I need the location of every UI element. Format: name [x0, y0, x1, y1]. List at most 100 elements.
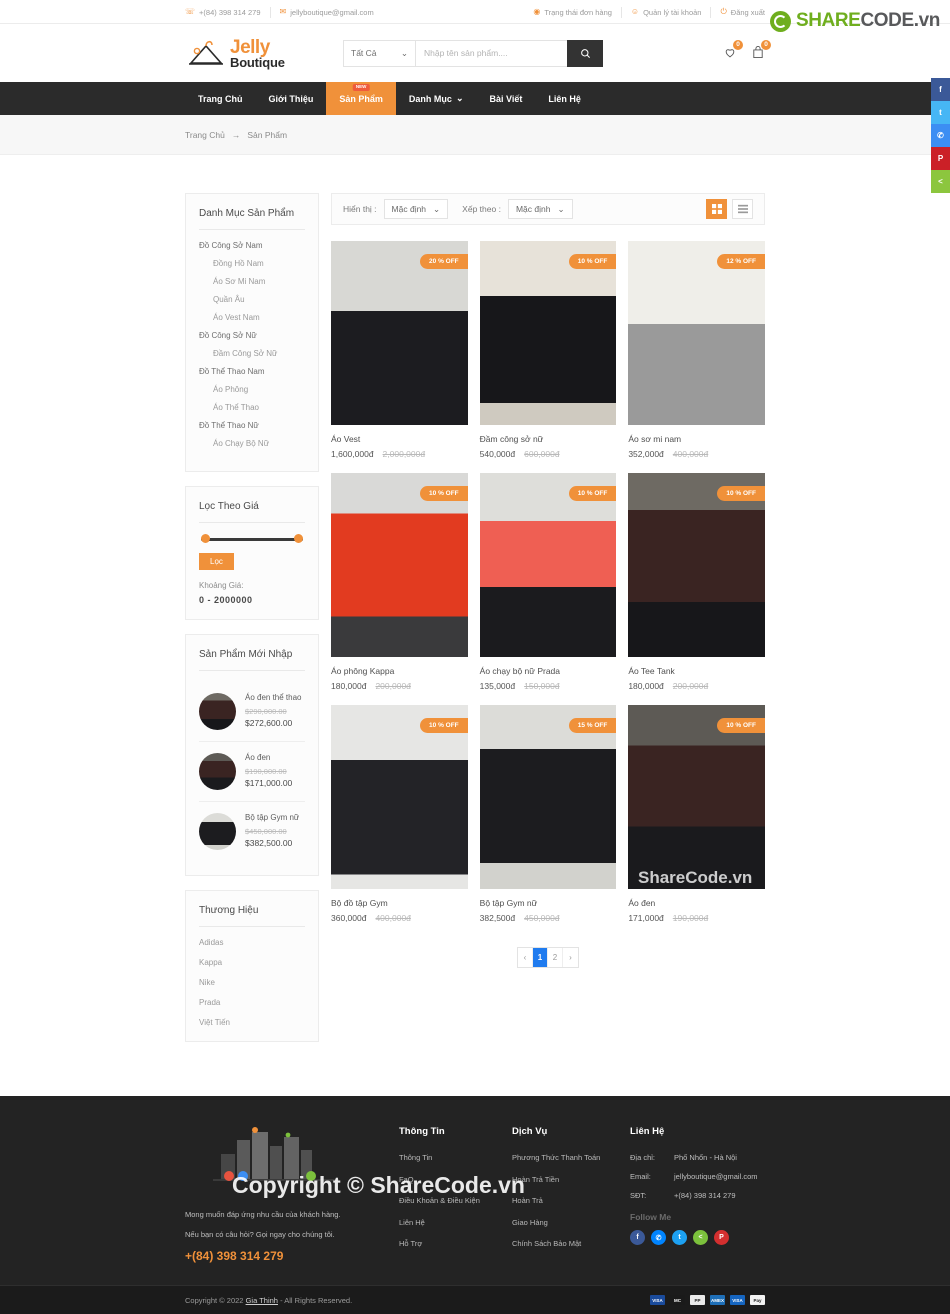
product-card[interactable]: 20 % OFF Áo Vest 1,600,000đ 2,000,000đ	[331, 241, 468, 459]
footer-info-link-0[interactable]: Thông Tin	[399, 1153, 494, 1164]
logout-link[interactable]: ⏻ Đăng xuất	[720, 8, 765, 17]
new-product-item[interactable]: Áo đen $190,000.00 $171,000.00	[199, 742, 305, 802]
product-name[interactable]: Áo sơ mi nam	[628, 434, 765, 444]
category-item-9[interactable]: Áo Thể Thao	[213, 403, 305, 412]
pagination-prev[interactable]: ‹	[518, 948, 533, 967]
nav-item-0[interactable]: Trang Chủ	[185, 82, 256, 115]
wishlist-button[interactable]: 0	[723, 39, 743, 62]
product-name[interactable]: Áo phông Kappa	[331, 666, 468, 676]
product-card[interactable]: 10 % OFF Áo Tee Tank 180,000đ 200,000đ	[628, 473, 765, 691]
pagination-page-2[interactable]: 2	[548, 948, 563, 967]
slider-handle-max[interactable]	[294, 534, 303, 543]
brand-item-2[interactable]: Nike	[199, 978, 305, 987]
product-image[interactable]: 10 % OFF	[628, 705, 765, 889]
topbar-phone[interactable]: ☏ +(84) 398 314 279	[185, 8, 261, 17]
footer-service-link-4[interactable]: Chính Sách Bảo Mật	[512, 1239, 612, 1250]
nav-item-2[interactable]: NEW Sản Phẩm	[326, 82, 396, 115]
product-card[interactable]: 10 % OFF Áo phông Kappa 180,000đ 200,000…	[331, 473, 468, 691]
list-view-button[interactable]	[732, 199, 753, 219]
brand-item-3[interactable]: Prada	[199, 998, 305, 1007]
footer-service-link-0[interactable]: Phương Thức Thanh Toán	[512, 1153, 612, 1164]
product-card[interactable]: 12 % OFF Áo sơ mi nam 352,000đ 400,000đ	[628, 241, 765, 459]
price-range-slider[interactable]	[201, 534, 303, 544]
search-input[interactable]	[415, 39, 567, 67]
category-item-3[interactable]: Quần Âu	[213, 295, 305, 304]
pinterest-icon[interactable]: P	[714, 1230, 729, 1245]
product-image[interactable]: 10 % OFF	[479, 241, 617, 425]
product-image[interactable]: 20 % OFF	[331, 241, 468, 425]
brand-item-1[interactable]: Kappa	[199, 958, 305, 967]
footer-info-link-3[interactable]: Liên Hệ	[399, 1218, 494, 1229]
product-name[interactable]: Áo Tee Tank	[628, 666, 765, 676]
category-item-10[interactable]: Đồ Thể Thao Nữ	[199, 421, 305, 430]
category-item-6[interactable]: Đầm Công Sở Nữ	[213, 349, 305, 358]
product-name[interactable]: Bộ đồ tập Gym	[331, 898, 468, 908]
social-share-rail[interactable]: f t ✆ P <	[931, 78, 950, 193]
product-card[interactable]: 10 % OFF Đầm công sở nữ 540,000đ 600,000…	[479, 241, 617, 459]
facebook-icon[interactable]: f	[931, 78, 950, 101]
new-product-item[interactable]: Bộ tập Gym nữ $450,000.00 $382,500.00	[199, 802, 305, 861]
breadcrumb-home[interactable]: Trang Chủ	[185, 130, 225, 140]
category-item-1[interactable]: Đồng Hồ Nam	[213, 259, 305, 268]
pagination-next[interactable]: ›	[563, 948, 578, 967]
footer-service-link-2[interactable]: Hoàn Trả	[512, 1196, 612, 1207]
category-item-8[interactable]: Áo Phông	[213, 385, 305, 394]
product-card[interactable]: 15 % OFF Bộ tập Gym nữ 382,500đ 450,000đ	[479, 705, 617, 923]
sort-select[interactable]: Mặc định ⌄	[507, 199, 573, 219]
copyright-link[interactable]: Gia Thinh	[246, 1296, 278, 1305]
category-item-4[interactable]: Áo Vest Nam	[213, 313, 305, 322]
category-item-11[interactable]: Áo Chạy Bộ Nữ	[213, 439, 305, 448]
footer-service-link-3[interactable]: Giao Hàng	[512, 1218, 612, 1229]
product-name[interactable]: Áo Vest	[331, 434, 468, 444]
footer-info-link-1[interactable]: FaQ	[399, 1175, 494, 1186]
messenger-icon[interactable]: ✆	[651, 1230, 666, 1245]
brand-item-4[interactable]: Việt Tiến	[199, 1018, 305, 1027]
search-button[interactable]	[567, 39, 603, 67]
phone-value[interactable]: +(84) 398 314 279	[674, 1191, 736, 1200]
nav-item-1[interactable]: Giới Thiệu	[256, 82, 327, 115]
search-category-select[interactable]: Tất Cả ⌄	[343, 39, 415, 67]
nav-item-5[interactable]: Liên Hệ	[535, 82, 594, 115]
product-image[interactable]: 12 % OFF	[628, 241, 765, 425]
product-name[interactable]: Bộ tập Gym nữ	[480, 898, 617, 908]
site-logo[interactable]: Jelly Boutique	[185, 36, 335, 70]
category-item-7[interactable]: Đồ Thể Thao Nam	[199, 367, 305, 376]
product-name[interactable]: Áo đen	[628, 898, 765, 908]
pagination-page-1[interactable]: 1	[533, 948, 548, 967]
new-product-item[interactable]: Áo đen thể thao $290,000.00 $272,600.00	[199, 682, 305, 742]
order-status-link[interactable]: ◉ Trạng thái đơn hàng	[533, 8, 612, 17]
product-name[interactable]: Đầm công sở nữ	[480, 434, 617, 444]
product-image[interactable]: 15 % OFF	[479, 705, 617, 889]
product-image[interactable]: 10 % OFF	[628, 473, 765, 657]
nav-item-4[interactable]: Bài Viết	[476, 82, 535, 115]
product-card[interactable]: 10 % OFF Áo chạy bộ nữ Prada 135,000đ 15…	[479, 473, 617, 691]
product-card[interactable]: 10 % OFF Áo đen 171,000đ 190,000đ	[628, 705, 765, 923]
pinterest-icon[interactable]: P	[931, 147, 950, 170]
category-item-5[interactable]: Đồ Công Sở Nữ	[199, 331, 305, 340]
share-icon[interactable]: <	[693, 1230, 708, 1245]
footer-phone[interactable]: +(84) 398 314 279	[185, 1249, 381, 1263]
cart-button[interactable]: 0	[751, 39, 771, 62]
product-image[interactable]: 10 % OFF	[331, 705, 468, 889]
grid-view-button[interactable]	[706, 199, 727, 219]
product-name[interactable]: Áo chạy bộ nữ Prada	[480, 666, 617, 676]
footer-info-link-2[interactable]: Điều Khoản & Điều Kiện	[399, 1196, 494, 1207]
email-value[interactable]: jellyboutique@gmail.com	[674, 1172, 758, 1181]
twitter-icon[interactable]: t	[672, 1230, 687, 1245]
slider-handle-min[interactable]	[201, 534, 210, 543]
product-image[interactable]: 10 % OFF	[331, 473, 468, 657]
footer-info-link-4[interactable]: Hỗ Trợ	[399, 1239, 494, 1250]
brand-item-0[interactable]: Adidas	[199, 938, 305, 947]
category-item-2[interactable]: Áo Sơ Mi Nam	[213, 277, 305, 286]
category-item-0[interactable]: Đồ Công Sở Nam	[199, 241, 305, 250]
product-card[interactable]: 10 % OFF Bộ đồ tập Gym 360,000đ 400,000đ	[331, 705, 468, 923]
filter-apply-button[interactable]: Lọc	[199, 553, 234, 570]
messenger-icon[interactable]: ✆	[931, 124, 950, 147]
account-link[interactable]: ☺ Quản lý tài khoản	[631, 8, 702, 17]
topbar-email[interactable]: ✉ jellyboutique@gmail.com	[280, 8, 374, 17]
twitter-icon[interactable]: t	[931, 101, 950, 124]
footer-service-link-1[interactable]: Hoàn Trả Tiền	[512, 1175, 612, 1186]
facebook-icon[interactable]: f	[630, 1230, 645, 1245]
nav-item-3[interactable]: Danh Mục ⌄	[396, 82, 477, 115]
share-icon[interactable]: <	[931, 170, 950, 193]
